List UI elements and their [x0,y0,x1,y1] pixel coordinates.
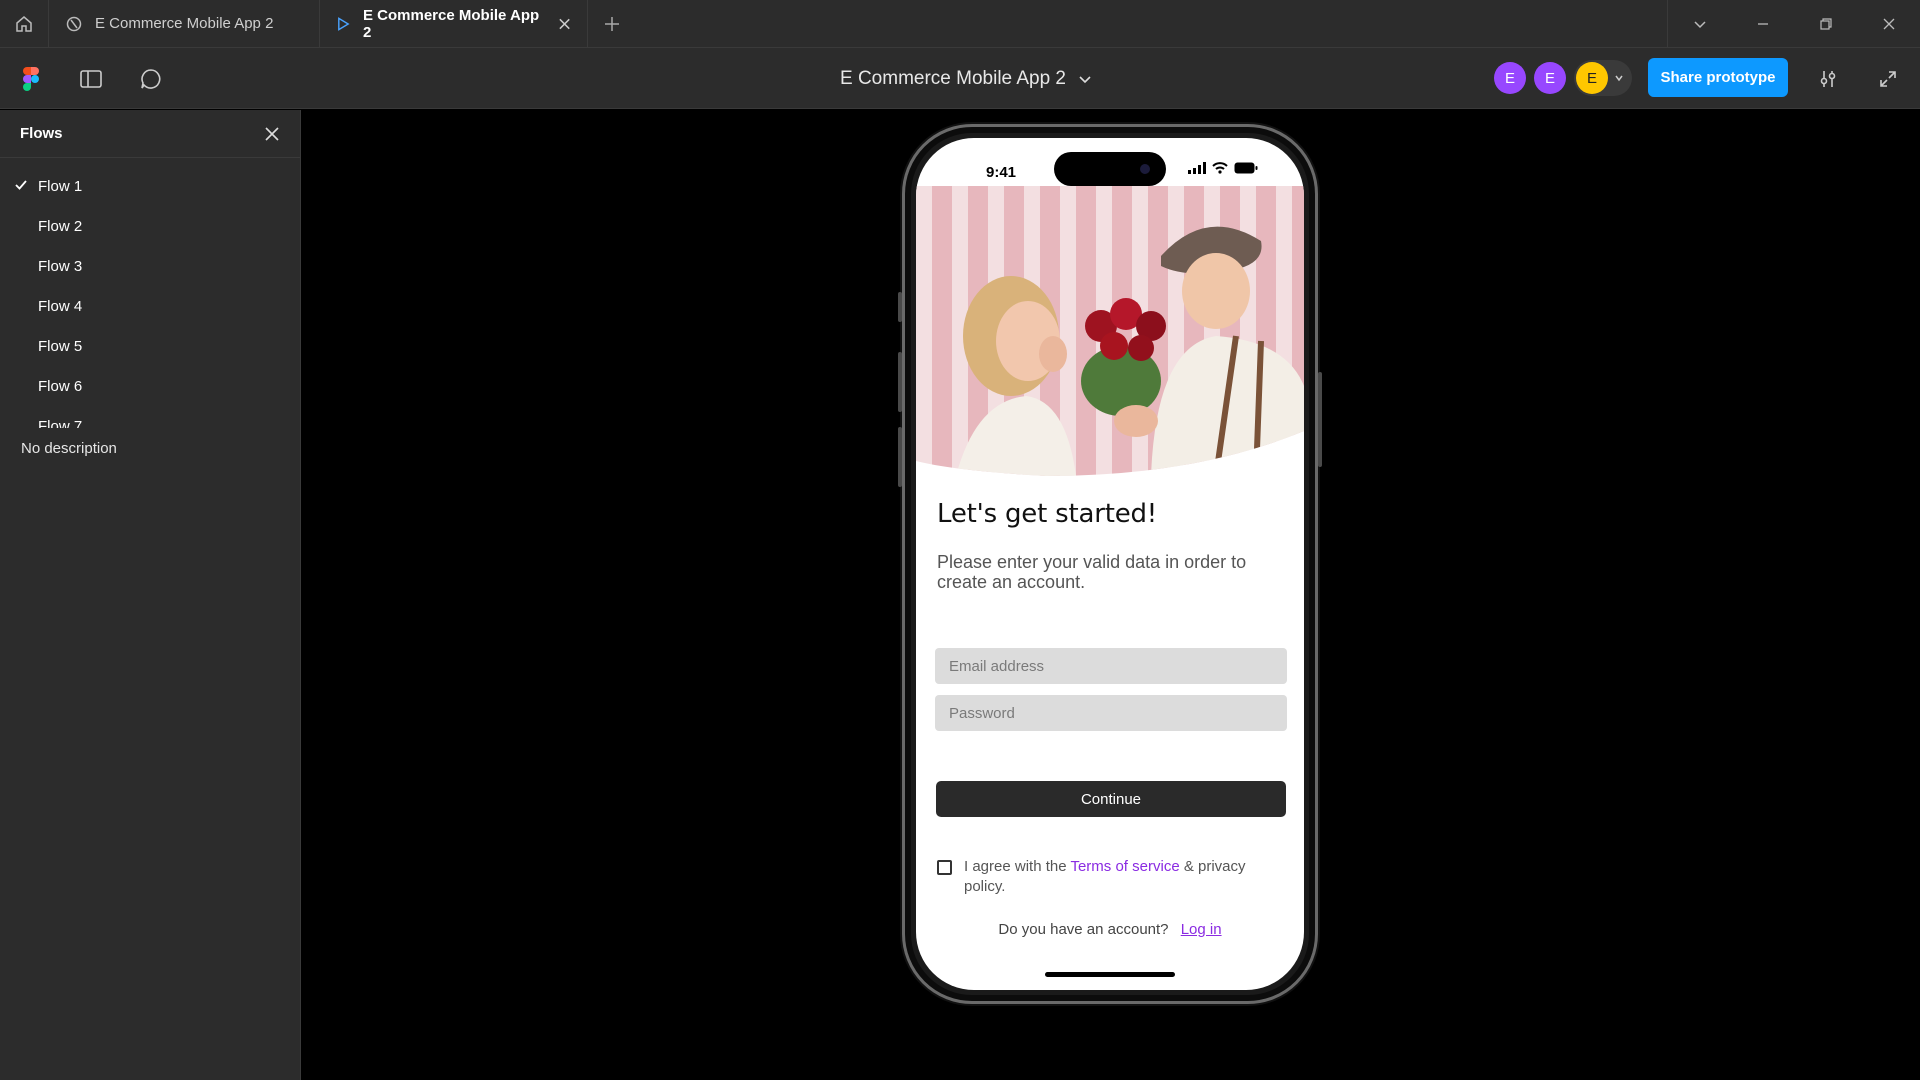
page-title: Let's get started! [937,499,1158,529]
sliders-icon [1820,70,1836,87]
login-prompt-row: Do you have an account? Log in [916,921,1304,938]
signal-icon [1188,162,1206,174]
main-menu-button[interactable] [11,48,51,109]
chevron-down-icon [1615,75,1623,82]
minimize-button[interactable] [1731,0,1794,47]
tab-label: E Commerce Mobile App 2 [363,6,540,41]
tab-bar: E Commerce Mobile App 2 E Commerce Mobil… [0,0,1920,48]
phone-side-button [1318,372,1322,467]
share-prototype-button[interactable]: Share prototype [1648,58,1788,97]
figma-logo-icon [23,66,39,91]
avatar: E [1576,62,1608,94]
new-tab-button[interactable] [588,0,636,47]
minimize-icon [1757,22,1768,25]
wifi-icon [1212,162,1228,174]
page-subtitle: Please enter your valid data in order to… [937,552,1247,592]
avatar[interactable]: E [1534,62,1566,94]
login-link[interactable]: Log in [1181,921,1222,938]
status-icons [1188,162,1258,174]
toolbar: E Commerce Mobile App 2 E E E Share prot… [0,48,1920,109]
flow-item[interactable]: Flow 7 [0,406,300,429]
flow-item[interactable]: Flow 3 [0,246,300,286]
chevron-down-icon [1693,20,1706,28]
settings-button[interactable] [1808,48,1848,109]
flow-description: No description [21,440,117,457]
tab-label: E Commerce Mobile App 2 [95,15,274,32]
flow-item[interactable]: Flow 5 [0,326,300,366]
play-icon [338,16,350,31]
restore-button[interactable] [1794,0,1857,47]
phone-frame: 9:41 Let's get started! Please enter you… [898,124,1322,1004]
phone-side-button [898,352,902,412]
avatar[interactable]: E [1494,62,1526,94]
status-time: 9:41 [986,164,1017,181]
flow-label: Flow 1 [38,177,83,195]
restore-icon [1819,17,1832,30]
fullscreen-button[interactable] [1868,48,1908,109]
tabs-dropdown-button[interactable] [1668,0,1731,47]
phone-screen: 9:41 Let's get started! Please enter you… [916,138,1304,990]
phone-side-button [898,292,902,322]
close-window-button[interactable] [1857,0,1920,47]
flow-label: Flow 2 [38,217,83,235]
sidebar-icon [80,69,102,88]
flow-list: Flow 1 Flow 2 Flow 3 Flow 4 Flow 5 Flow … [0,158,300,428]
dynamic-island [1054,152,1166,186]
flow-label: Flow 4 [38,297,83,315]
collaborator-avatars: E E E [1494,60,1632,96]
flows-sidebar: Flows Flow 1 Flow 2 Flow 3 Flow 4 Flow 5… [0,110,301,1080]
toggle-sidebar-button[interactable] [71,48,111,109]
close-icon[interactable] [558,17,571,31]
phone-side-button [898,427,902,487]
flow-label: Flow 5 [38,337,83,355]
close-icon[interactable] [264,126,280,142]
sidebar-header: Flows [0,110,300,158]
tab-prototype[interactable]: E Commerce Mobile App 2 [320,0,588,47]
flow-item[interactable]: Flow 6 [0,366,300,406]
document-title-menu[interactable]: E Commerce Mobile App 2 [840,48,1092,109]
check-icon [15,180,27,190]
continue-button[interactable]: Continue [936,781,1286,817]
comments-button[interactable] [131,48,171,109]
email-field[interactable] [935,648,1287,684]
current-user-menu[interactable]: E [1574,60,1632,96]
home-button[interactable] [0,0,49,47]
flow-label: Flow 3 [38,257,83,275]
flow-item[interactable]: Flow 2 [0,206,300,246]
plus-icon [605,16,619,31]
battery-icon [1234,162,1258,174]
flow-item[interactable]: Flow 1 [0,166,300,206]
terms-text: I agree with the Terms of service & priv… [964,858,1246,895]
document-title: E Commerce Mobile App 2 [840,67,1066,89]
expand-icon [1880,70,1896,87]
flow-label: Flow 6 [38,377,83,395]
home-icon [16,15,32,32]
terms-agreement: I agree with the Terms of service & priv… [937,857,1287,897]
home-indicator [1045,972,1175,977]
tab-design-file[interactable]: E Commerce Mobile App 2 [49,0,320,47]
figma-file-icon [66,16,82,31]
hero-image [916,186,1304,476]
terms-link[interactable]: Terms of service [1070,858,1179,875]
comment-icon [141,68,161,89]
chevron-down-icon [1079,75,1091,83]
close-icon [1883,18,1894,29]
window-controls [1667,0,1920,47]
flow-item[interactable]: Flow 4 [0,286,300,326]
terms-checkbox[interactable] [937,860,952,875]
flow-label: Flow 7 [38,417,83,429]
login-prompt: Do you have an account? [998,921,1169,938]
password-field[interactable] [935,695,1287,731]
sidebar-title: Flows [20,125,63,142]
